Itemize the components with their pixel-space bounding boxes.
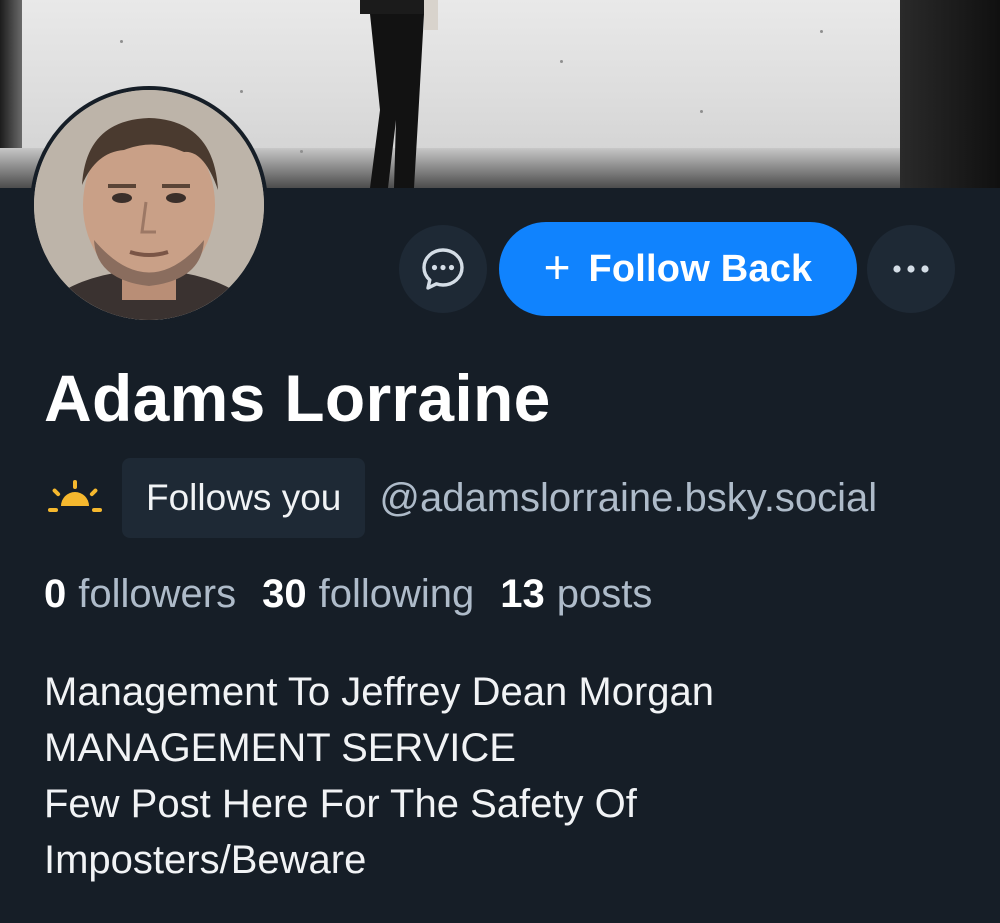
profile-meta-row: Follows you @adamslorraine.bsky.social	[44, 458, 1000, 538]
more-options-button[interactable]	[867, 225, 955, 313]
ellipsis-icon	[893, 265, 929, 273]
posts-label: posts	[556, 572, 653, 616]
follow-back-button[interactable]: + Follow Back	[499, 222, 857, 316]
bio-line: Management To Jeffrey Dean Morgan	[44, 670, 715, 714]
banner-speck	[120, 40, 123, 43]
profile-stats: 0 followers 30 following 13 posts	[44, 572, 678, 617]
bio-line: MANAGEMENT SERVICE	[44, 726, 516, 770]
follows-you-badge: Follows you	[122, 458, 366, 538]
plus-icon: +	[543, 241, 571, 293]
bio-line: Imposters/Beware	[44, 838, 367, 882]
followers-count[interactable]: 0	[44, 572, 66, 617]
profile-bio: Management To Jeffrey Dean Morgan MANAGE…	[44, 664, 964, 888]
avatar[interactable]	[30, 86, 268, 324]
avatar-portrait	[34, 90, 264, 320]
message-button[interactable]	[399, 225, 487, 313]
banner-speck	[560, 60, 563, 63]
bio-line: Few Post Here For The Safety Of	[44, 782, 637, 826]
banner-speck	[820, 30, 823, 33]
following-label[interactable]: following	[319, 572, 475, 617]
banner-right-shadow	[900, 0, 1000, 188]
posts-count: 13	[500, 572, 545, 616]
profile-handle: @adamslorraine.bsky.social	[379, 475, 878, 520]
banner-speck	[700, 110, 703, 113]
following-count[interactable]: 30	[262, 572, 307, 617]
chat-bubble-icon	[422, 248, 464, 290]
sunrise-icon	[48, 480, 102, 512]
banner-speck	[240, 90, 243, 93]
follow-back-label: Follow Back	[588, 247, 813, 290]
banner-speck	[300, 150, 303, 153]
banner-figure-silhouette	[360, 0, 438, 188]
followers-label[interactable]: followers	[78, 572, 236, 617]
display-name: Adams Lorraine	[44, 361, 551, 435]
